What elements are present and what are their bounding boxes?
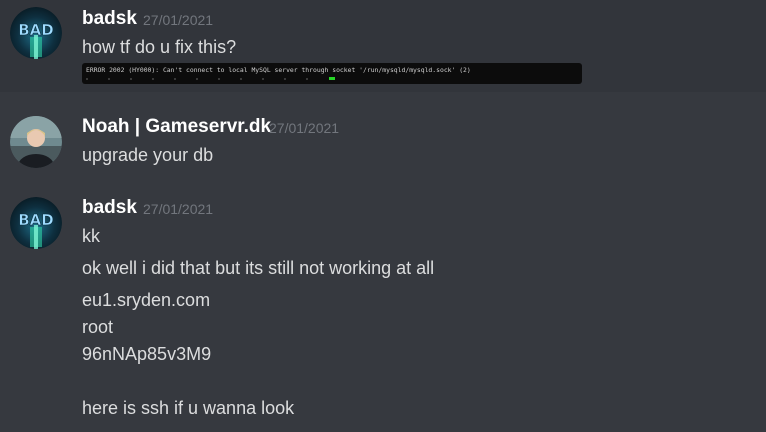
message-group: Noah | Gameservr.dk 27/01/2021 upgrade y… [0,92,766,192]
message-author[interactable]: badsk [82,197,137,219]
message-text: root [82,317,114,337]
message-timestamp: 27/01/2021 [269,120,340,136]
message-text: here is ssh if u wanna look [82,398,295,418]
message-author[interactable]: Noah | Gameservr.dk [82,116,271,138]
message-text: how tf do u fix this? [82,37,237,57]
svg-text:BAD: BAD [18,21,54,39]
person-photo-avatar-icon [10,116,62,168]
message-timestamp: 27/01/2021 [143,12,214,28]
message-text: 96nNAp85v3M9 [82,344,212,364]
bad-logo-avatar-icon: BAD [10,197,62,249]
message-timestamp: 27/01/2021 [143,201,214,217]
avatar[interactable]: BAD [10,7,62,59]
image-attachment[interactable]: ERROR 2002 (HY000): Can't connect to loc… [82,63,582,84]
attachment-text: ERROR 2002 (HY000): Can't connect to loc… [86,66,471,74]
message-group: BAD badsk 27/01/2021 how tf do u fix thi… [0,0,766,92]
terminal-line [86,78,326,80]
message-text: kk [82,226,100,246]
message-author[interactable]: badsk [82,8,137,30]
message-group: BAD badsk 27/01/2021 kk ok well i did th… [0,192,766,432]
message-text: upgrade your db [82,145,214,165]
avatar[interactable] [10,116,62,168]
bad-logo-avatar-icon: BAD [10,7,62,59]
message-text: ok well i did that but its still not wor… [82,258,435,278]
svg-text:BAD: BAD [18,211,54,229]
terminal-cursor [329,77,335,80]
chat-messages: BAD badsk 27/01/2021 how tf do u fix thi… [0,0,766,432]
message-text: eu1.sryden.com [82,290,211,310]
avatar[interactable]: BAD [10,197,62,249]
